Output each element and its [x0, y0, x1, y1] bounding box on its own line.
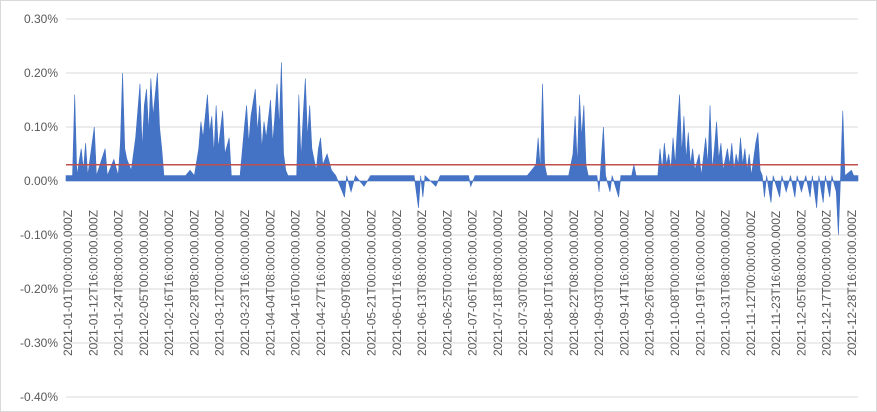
x-tick-label: 2021-12-17T00:00:00.000Z — [820, 210, 834, 356]
y-tick-label: 0.00% — [24, 174, 58, 188]
x-tick-label: 2021-07-06T16:00:00.000Z — [466, 210, 480, 356]
x-tick-label: 2021-02-28T08:00:00.000Z — [188, 210, 202, 356]
x-tick-label: 2021-09-03T00:00:00.000Z — [592, 210, 606, 356]
x-tick-label: 2021-04-04T08:00:00.000Z — [263, 210, 277, 356]
x-tick-label: 2021-03-12T00:00:00.000Z — [213, 210, 227, 356]
chart-container: 0.30% 0.20% 0.10% 0.00% -0.10% -0.20% -0.30% -0… — [0, 0, 877, 412]
x-tick-label: 2021-12-28T16:00:00.000Z — [845, 210, 859, 356]
x-tick-label: 2021-06-13T08:00:00.000Z — [415, 210, 429, 356]
y-tick-label: 0.30% — [24, 12, 58, 26]
x-tick-label: 2021-10-31T08:00:00.000Z — [719, 210, 733, 356]
x-tick-label: 2021-09-26T08:00:00.000Z — [643, 210, 657, 356]
x-tick-label: 2021-09-14T16:00:00.000Z — [617, 210, 631, 356]
x-tick-label: 2021-05-09T08:00:00.000Z — [339, 210, 353, 356]
x-tick-label: 2021-03-23T16:00:00.000Z — [238, 210, 252, 356]
x-tick-label: 2021-06-25T00:00:00.000Z — [440, 210, 454, 356]
x-tick-label: 2021-12-05T08:00:00.000Z — [794, 210, 808, 356]
x-tick-label: 2021-05-21T00:00:00.000Z — [365, 210, 379, 356]
x-tick-label: 2021-01-01T00:00:00.000Z — [61, 210, 75, 356]
x-tick-label: 2021-04-27T16:00:00.000Z — [314, 210, 328, 356]
x-tick-label: 2021-04-16T00:00:00.000Z — [289, 210, 303, 356]
y-tick-label: -0.40% — [20, 390, 58, 404]
y-tick-label: -0.20% — [20, 282, 58, 296]
x-tick-label: 2021-06-01T16:00:00.000Z — [390, 210, 404, 356]
x-tick-label: 2021-01-12T16:00:00.000Z — [86, 210, 100, 356]
y-tick-label: -0.10% — [20, 228, 58, 242]
x-tick-label: 2021-01-24T08:00:00.000Z — [112, 210, 126, 356]
x-tick-label: 2021-11-23T16:00:00.000Z — [769, 211, 783, 356]
x-tick-label: 2021-10-19T16:00:00.000Z — [693, 210, 707, 356]
x-tick-label: 2021-08-22T08:00:00.000Z — [567, 210, 581, 356]
x-tick-label: 2021-08-10T16:00:00.000Z — [542, 210, 556, 356]
x-tick-label: 2021-07-18T08:00:00.000Z — [491, 210, 505, 356]
x-tick-label: 2021-02-16T16:00:00.000Z — [162, 210, 176, 356]
y-tick-label: -0.30% — [20, 336, 58, 350]
chart-svg: 0.30% 0.20% 0.10% 0.00% -0.10% -0.20% -0.30% -0… — [0, 0, 877, 412]
x-tick-label: 2021-10-08T00:00:00.000Z — [668, 210, 682, 356]
y-tick-label: 0.10% — [24, 120, 58, 134]
y-tick-label: 0.20% — [24, 66, 58, 80]
x-tick-label: 2021-02-05T00:00:00.000Z — [137, 210, 151, 356]
x-tick-label: 2021-11-12T00:00:00.000Z — [744, 211, 758, 356]
x-tick-label: 2021-07-30T00:00:00.000Z — [516, 210, 530, 356]
